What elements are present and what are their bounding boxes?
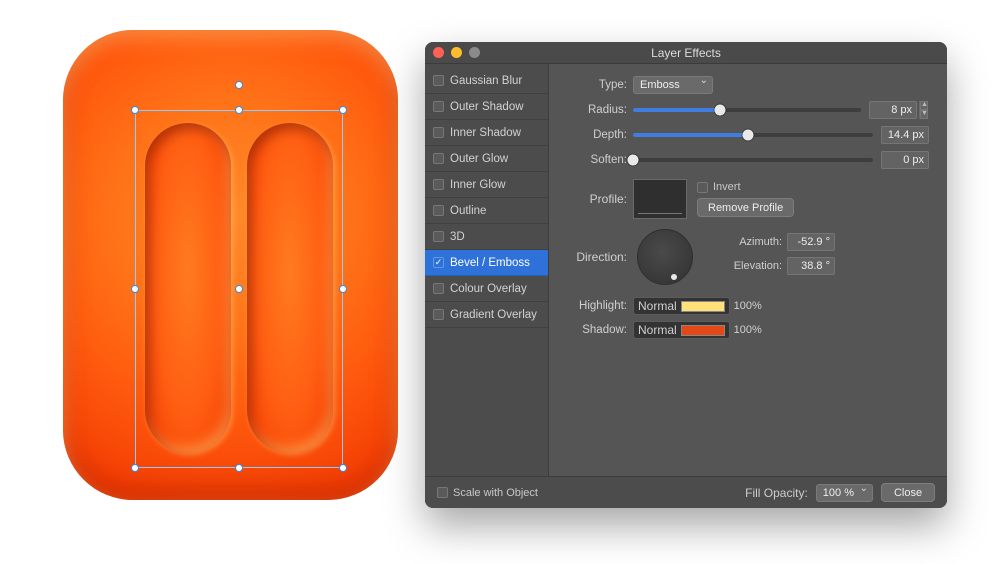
- fill-opacity-select[interactable]: 100 %: [816, 484, 873, 502]
- highlight-opacity: 100%: [734, 300, 762, 312]
- shadow-blend-mode: Normal: [638, 323, 677, 337]
- checkbox-icon[interactable]: [433, 153, 444, 164]
- sidebar-item-outer-glow[interactable]: Outer Glow: [425, 146, 548, 172]
- selection-handle[interactable]: [339, 464, 347, 472]
- sidebar-item-label: Gradient Overlay: [450, 309, 537, 321]
- radius-value[interactable]: 8 px: [869, 101, 917, 119]
- center-handle[interactable]: [235, 285, 243, 293]
- depth-label: Depth:: [561, 129, 633, 141]
- radius-label: Radius:: [561, 104, 633, 116]
- dialog-footer: Scale with Object Fill Opacity: 100 % Cl…: [425, 476, 947, 508]
- elevation-value[interactable]: 38.8 °: [787, 257, 835, 275]
- checkbox-icon[interactable]: [433, 309, 444, 320]
- checkbox-icon[interactable]: [433, 205, 444, 216]
- elevation-label: Elevation:: [729, 260, 787, 272]
- shadow-label: Shadow:: [561, 324, 633, 336]
- close-button[interactable]: Close: [881, 483, 935, 502]
- profile-label: Profile:: [561, 192, 633, 206]
- checkbox-icon[interactable]: [433, 101, 444, 112]
- sidebar-item-outline[interactable]: Outline: [425, 198, 548, 224]
- canvas-preview: [55, 25, 405, 505]
- checkbox-icon[interactable]: [433, 231, 444, 242]
- sidebar-item-label: Inner Shadow: [450, 127, 521, 139]
- sidebar-item-label: Colour Overlay: [450, 283, 527, 295]
- direction-dial[interactable]: [637, 229, 693, 285]
- sidebar-item-label: Gaussian Blur: [450, 75, 522, 87]
- profile-preview[interactable]: [633, 179, 687, 219]
- shadow-blend-control[interactable]: Normal: [633, 321, 730, 339]
- checkbox-icon[interactable]: ✓: [433, 257, 444, 268]
- direction-dot-icon: [671, 274, 677, 280]
- highlight-swatch[interactable]: [681, 301, 725, 312]
- sidebar-item-gaussian-blur[interactable]: Gaussian Blur: [425, 68, 548, 94]
- fill-opacity-label: Fill Opacity:: [745, 486, 808, 500]
- checkbox-icon[interactable]: [433, 179, 444, 190]
- invert-checkbox[interactable]: [697, 182, 708, 193]
- selection-handle[interactable]: [131, 106, 139, 114]
- sidebar-item-label: Outline: [450, 205, 486, 217]
- shadow-opacity: 100%: [734, 324, 762, 336]
- azimuth-value[interactable]: -52.9 °: [787, 233, 835, 251]
- sidebar-item-inner-shadow[interactable]: Inner Shadow: [425, 120, 548, 146]
- depth-slider[interactable]: [633, 133, 873, 137]
- soften-label: Soften:: [561, 154, 633, 166]
- rotation-handle[interactable]: [235, 81, 243, 89]
- effects-sidebar: Gaussian Blur Outer Shadow Inner Shadow …: [425, 64, 549, 476]
- highlight-label: Highlight:: [561, 300, 633, 312]
- dialog-title: Layer Effects: [425, 46, 947, 60]
- invert-label: Invert: [713, 181, 741, 193]
- sidebar-item-bevel-emboss[interactable]: ✓ Bevel / Emboss: [425, 250, 548, 276]
- sidebar-item-label: 3D: [450, 231, 465, 243]
- sidebar-item-colour-overlay[interactable]: Colour Overlay: [425, 276, 548, 302]
- selection-handle[interactable]: [235, 464, 243, 472]
- highlight-blend-mode: Normal: [638, 299, 677, 313]
- soften-slider[interactable]: [633, 158, 873, 162]
- selection-handle[interactable]: [339, 106, 347, 114]
- sidebar-item-label: Inner Glow: [450, 179, 506, 191]
- layer-effects-dialog: Layer Effects Gaussian Blur Outer Shadow…: [425, 42, 947, 508]
- direction-label: Direction:: [561, 250, 633, 264]
- shadow-swatch[interactable]: [681, 325, 725, 336]
- checkbox-icon[interactable]: [433, 127, 444, 138]
- azimuth-label: Azimuth:: [729, 236, 787, 248]
- sidebar-item-3d[interactable]: 3D: [425, 224, 548, 250]
- type-label: Type:: [561, 79, 633, 91]
- soften-value[interactable]: 0 px: [881, 151, 929, 169]
- radius-slider[interactable]: [633, 108, 861, 112]
- sidebar-item-inner-glow[interactable]: Inner Glow: [425, 172, 548, 198]
- titlebar: Layer Effects: [425, 42, 947, 64]
- selection-handle[interactable]: [131, 464, 139, 472]
- scale-with-object-label: Scale with Object: [453, 487, 538, 499]
- depth-value[interactable]: 14.4 px: [881, 126, 929, 144]
- checkbox-icon[interactable]: [433, 283, 444, 294]
- sidebar-item-outer-shadow[interactable]: Outer Shadow: [425, 94, 548, 120]
- remove-profile-button[interactable]: Remove Profile: [697, 198, 794, 217]
- checkbox-icon[interactable]: [433, 75, 444, 86]
- sidebar-item-label: Outer Glow: [450, 153, 508, 165]
- selection-handle[interactable]: [339, 285, 347, 293]
- type-select[interactable]: Emboss: [633, 76, 713, 94]
- sidebar-item-gradient-overlay[interactable]: Gradient Overlay: [425, 302, 548, 328]
- selection-handle[interactable]: [235, 106, 243, 114]
- selection-handle[interactable]: [131, 285, 139, 293]
- effect-settings: Type: Emboss Radius: 8 px ▲▼ Depth: 14.4…: [549, 64, 947, 476]
- radius-stepper[interactable]: ▲▼: [919, 101, 929, 119]
- scale-with-object-checkbox[interactable]: [437, 487, 448, 498]
- sidebar-item-label: Outer Shadow: [450, 101, 524, 113]
- highlight-blend-control[interactable]: Normal: [633, 297, 730, 315]
- sidebar-item-label: Bevel / Emboss: [450, 257, 530, 269]
